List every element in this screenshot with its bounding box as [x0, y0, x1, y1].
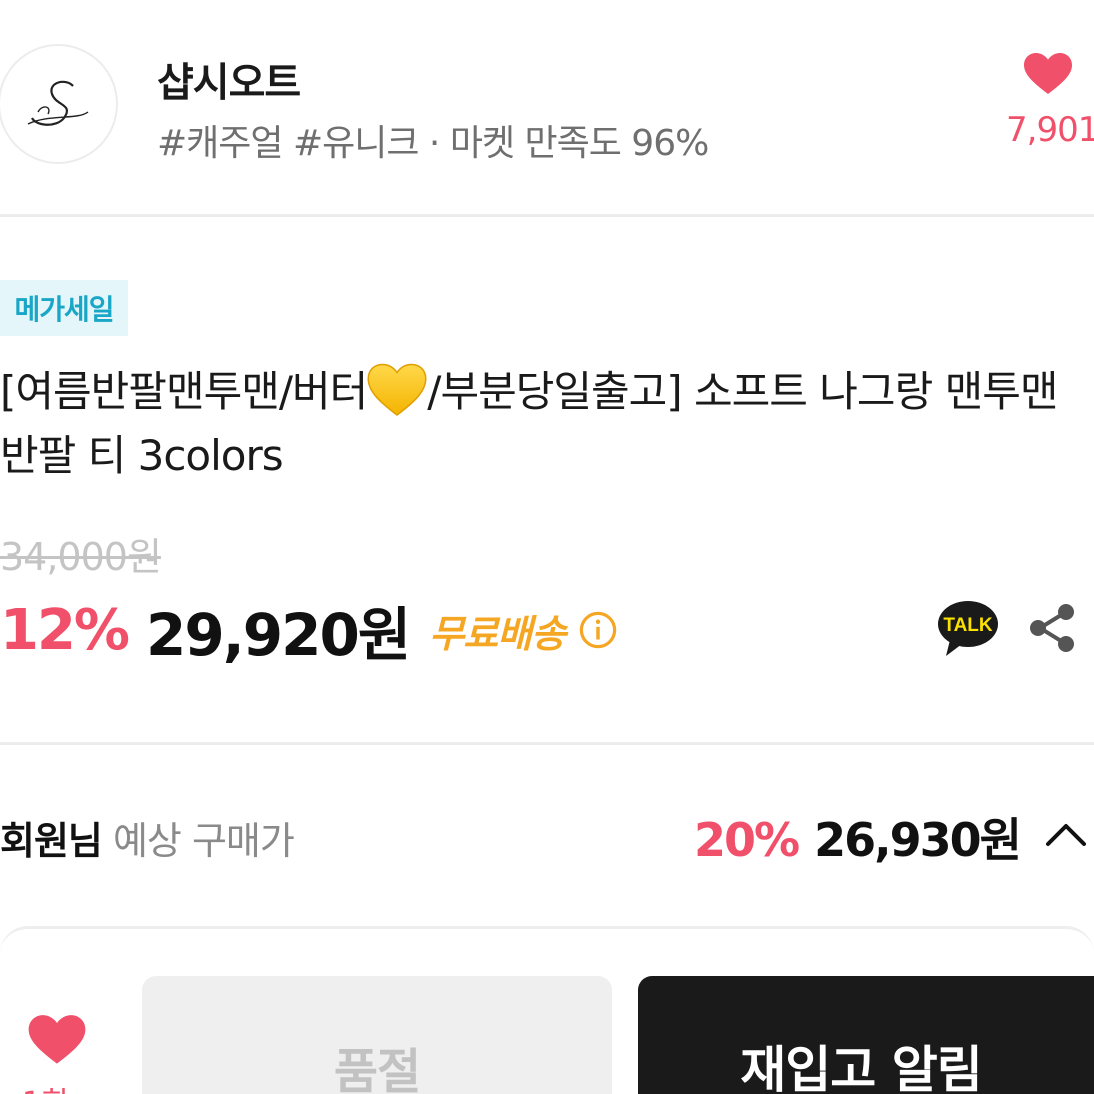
price-row: 12% 29,920원 무료배송 [0, 592, 617, 669]
product-title: [여름반팔맨투맨/버터 /부분당일출고] 소프트 나그랑 맨투맨 반팔 티 3c… [0, 360, 1080, 488]
product-title-part1: [여름반팔맨투맨/버터 [0, 367, 368, 416]
member-price: 20% 26,930원 [694, 804, 1022, 870]
member-discount-rate: 20% [694, 813, 800, 867]
restock-alert-button[interactable]: 재입고 알림 [638, 976, 1094, 1094]
member-label-rest: 예상 구매가 [101, 819, 295, 863]
heart-icon [1024, 53, 1072, 94]
original-price: 34,000원 [0, 535, 162, 579]
member-label-bold: 회원님 [0, 819, 103, 863]
sale-price: 29,920원 [146, 601, 411, 669]
script-s-logo-icon [27, 80, 89, 126]
kakao-talk-icon[interactable]: TALK [936, 600, 1000, 658]
member-price-value: 26,930원 [814, 813, 1022, 867]
mega-sale-badge: 메가세일 [0, 280, 128, 336]
wish-heart-icon[interactable] [28, 1014, 86, 1066]
member-price-label: 회원님 예상 구매가 [0, 810, 295, 865]
wish-count: 1회 [22, 1078, 69, 1094]
chevron-up-icon[interactable] [1044, 818, 1088, 848]
shop-like-button[interactable]: 7,901 [994, 52, 1094, 162]
soldout-button[interactable]: 품절 [142, 976, 612, 1094]
like-count: 7,901 [1006, 110, 1094, 150]
divider [0, 742, 1094, 745]
shop-tags: #캐주얼 #유니크 · 마켓 만족도 96% [157, 123, 709, 164]
free-shipping-label: 무료배송 [429, 611, 566, 656]
discount-rate: 12% [0, 597, 130, 663]
shop-logo[interactable] [0, 44, 118, 164]
share-icon[interactable] [1028, 602, 1078, 654]
shop-name[interactable]: 샵시오트 [157, 50, 301, 108]
divider [0, 214, 1094, 217]
talk-label: TALK [943, 615, 993, 636]
yellow-heart-emoji-icon [367, 363, 427, 416]
info-icon[interactable] [579, 611, 617, 649]
